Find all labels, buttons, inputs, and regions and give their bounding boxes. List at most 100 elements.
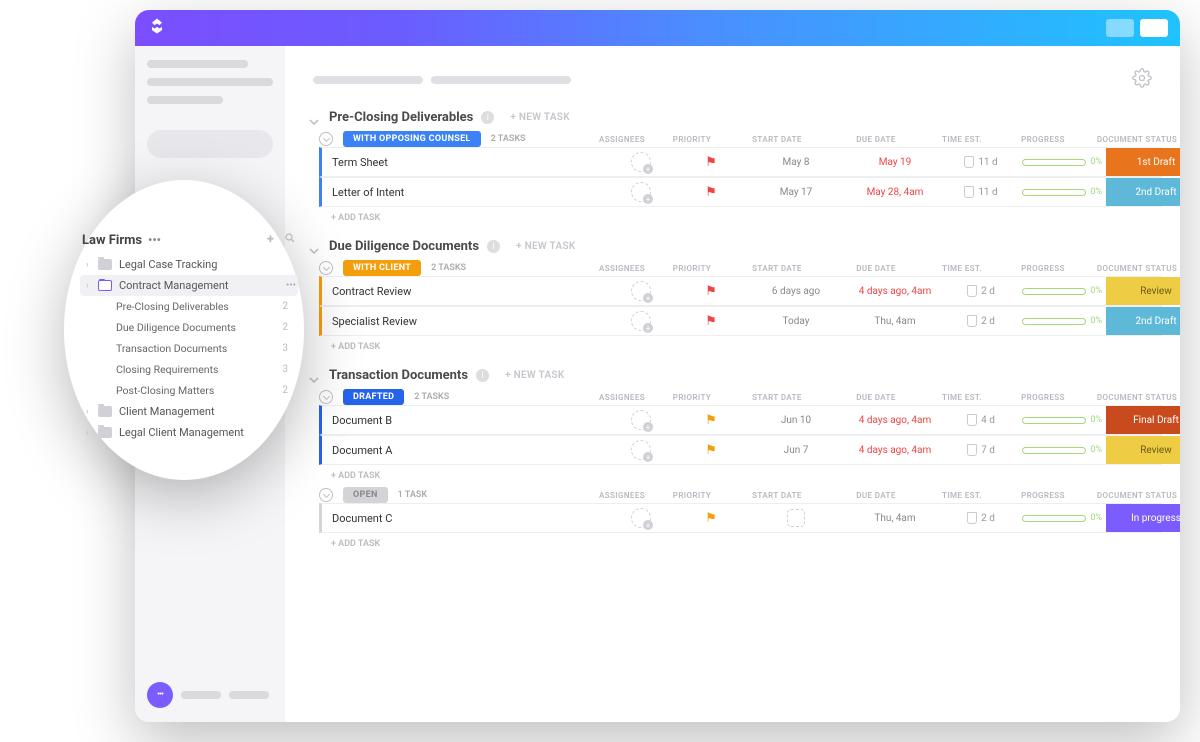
- task-row[interactable]: Specialist Review ⚑ Today Thu, 4am 2 d 0…: [319, 306, 1162, 336]
- add-task-link[interactable]: + ADD TASK: [303, 533, 1162, 555]
- group-toggle-icon[interactable]: [319, 390, 333, 404]
- priority-flag-icon[interactable]: ⚑: [680, 413, 742, 428]
- document-status[interactable]: 2nd Draft: [1106, 307, 1180, 335]
- time-estimate[interactable]: 2 d: [944, 285, 1018, 297]
- task-row[interactable]: Document B ⚑ Jun 10 4 days ago, 4am 4 d …: [319, 405, 1162, 435]
- sidebar-subitem[interactable]: Closing Requirements3: [112, 359, 298, 380]
- task-name[interactable]: Contract Review: [322, 285, 602, 298]
- group-toggle-icon[interactable]: [319, 488, 333, 502]
- document-status[interactable]: Review: [1106, 436, 1180, 464]
- more-icon[interactable]: •••: [286, 280, 296, 291]
- window-maximize-button[interactable]: [1140, 19, 1168, 37]
- task-row[interactable]: Term Sheet ⚑ May 8 May 19 11 d 0% 1st Dr…: [319, 147, 1162, 177]
- sidebar-item[interactable]: ›Legal Client Management: [80, 422, 298, 443]
- collapse-caret-icon[interactable]: [309, 241, 321, 253]
- collapse-caret-icon[interactable]: [309, 370, 321, 382]
- group-toggle-icon[interactable]: [319, 261, 333, 275]
- sidebar-subitem[interactable]: Due Diligence Documents2: [112, 317, 298, 338]
- task-name[interactable]: Term Sheet: [322, 156, 602, 169]
- due-date[interactable]: Thu, 4am: [850, 316, 940, 327]
- new-task-link[interactable]: + NEW TASK: [510, 112, 570, 123]
- assignee-add-icon[interactable]: [631, 410, 651, 430]
- status-pill[interactable]: WITH OPPOSING COUNSEL: [343, 131, 481, 147]
- progress-cell[interactable]: 0%: [1022, 157, 1102, 167]
- sidebar-search-placeholder[interactable]: [147, 130, 273, 158]
- priority-flag-icon[interactable]: ⚑: [680, 284, 742, 299]
- start-date[interactable]: Jun 7: [746, 445, 846, 456]
- priority-flag-icon[interactable]: ⚑: [680, 511, 742, 526]
- info-icon[interactable]: i: [476, 369, 489, 382]
- start-date[interactable]: Today: [746, 316, 846, 327]
- due-date[interactable]: 4 days ago, 4am: [850, 286, 940, 297]
- due-date[interactable]: Thu, 4am: [850, 513, 940, 524]
- sidebar-item[interactable]: ›Contract Management•••: [80, 275, 298, 296]
- task-name[interactable]: Specialist Review: [322, 315, 602, 328]
- time-estimate[interactable]: 11 d: [944, 186, 1018, 198]
- time-estimate[interactable]: 2 d: [944, 315, 1018, 327]
- workspace-more-icon[interactable]: •••: [148, 233, 161, 247]
- time-estimate[interactable]: 4 d: [944, 414, 1018, 426]
- window-minimize-button[interactable]: [1106, 19, 1134, 37]
- document-status[interactable]: 1st Draft: [1106, 148, 1180, 176]
- assignee-add-icon[interactable]: [631, 182, 651, 202]
- priority-flag-icon[interactable]: ⚑: [680, 443, 742, 458]
- group-toggle-icon[interactable]: [319, 132, 333, 146]
- new-task-link[interactable]: + NEW TASK: [516, 241, 576, 252]
- priority-flag-icon[interactable]: ⚑: [680, 185, 742, 200]
- sidebar-subitem[interactable]: Transaction Documents3: [112, 338, 298, 359]
- task-row[interactable]: Document A ⚑ Jun 7 4 days ago, 4am 7 d 0…: [319, 435, 1162, 465]
- task-row[interactable]: Letter of Intent ⚑ May 17 May 28, 4am 11…: [319, 177, 1162, 207]
- date-picker-icon[interactable]: [787, 509, 805, 527]
- info-icon[interactable]: i: [481, 111, 494, 124]
- info-icon[interactable]: i: [487, 240, 500, 253]
- due-date[interactable]: 4 days ago, 4am: [850, 415, 940, 426]
- add-task-link[interactable]: + ADD TASK: [303, 207, 1162, 229]
- status-pill[interactable]: WITH CLIENT: [343, 260, 421, 276]
- assignee-add-icon[interactable]: [631, 152, 651, 172]
- new-task-link[interactable]: + NEW TASK: [505, 370, 565, 381]
- task-row[interactable]: Document C ⚑ Thu, 4am 2 d 0% In progress: [319, 503, 1162, 533]
- task-name[interactable]: Document C: [322, 512, 602, 525]
- progress-cell[interactable]: 0%: [1022, 286, 1102, 296]
- task-name[interactable]: Document A: [322, 444, 602, 457]
- progress-cell[interactable]: 0%: [1022, 187, 1102, 197]
- progress-cell[interactable]: 0%: [1022, 513, 1102, 523]
- progress-cell[interactable]: 0%: [1022, 415, 1102, 425]
- due-date[interactable]: May 19: [850, 157, 940, 168]
- settings-gear-icon[interactable]: [1132, 68, 1152, 92]
- status-pill[interactable]: DRAFTED: [343, 389, 404, 405]
- start-date[interactable]: May 17: [746, 187, 846, 198]
- search-space-icon[interactable]: [284, 232, 296, 248]
- task-name[interactable]: Letter of Intent: [322, 186, 602, 199]
- add-task-link[interactable]: + ADD TASK: [303, 336, 1162, 358]
- add-task-link[interactable]: + ADD TASK: [303, 465, 1162, 487]
- document-status[interactable]: 2nd Draft: [1106, 178, 1180, 206]
- assignee-add-icon[interactable]: [631, 508, 651, 528]
- assignee-add-icon[interactable]: [631, 440, 651, 460]
- status-pill[interactable]: OPEN: [343, 487, 388, 503]
- sidebar-item[interactable]: ›Legal Case Tracking: [80, 254, 298, 275]
- chat-icon[interactable]: [147, 682, 173, 708]
- start-date[interactable]: Jun 10: [746, 415, 846, 426]
- document-status[interactable]: In progress: [1106, 504, 1180, 532]
- time-estimate[interactable]: 2 d: [944, 512, 1018, 524]
- priority-flag-icon[interactable]: ⚑: [680, 155, 742, 170]
- assignee-add-icon[interactable]: [631, 311, 651, 331]
- due-date[interactable]: May 28, 4am: [850, 187, 940, 198]
- collapse-caret-icon[interactable]: [309, 112, 321, 124]
- progress-cell[interactable]: 0%: [1022, 445, 1102, 455]
- assignee-add-icon[interactable]: [631, 281, 651, 301]
- due-date[interactable]: 4 days ago, 4am: [850, 445, 940, 456]
- time-estimate[interactable]: 7 d: [944, 444, 1018, 456]
- document-status[interactable]: Final Draft: [1106, 406, 1180, 434]
- progress-cell[interactable]: 0%: [1022, 316, 1102, 326]
- task-row[interactable]: Contract Review ⚑ 6 days ago 4 days ago,…: [319, 276, 1162, 306]
- sidebar-subitem[interactable]: Pre-Closing Deliverables2: [112, 296, 298, 317]
- task-name[interactable]: Document B: [322, 414, 602, 427]
- sidebar-subitem[interactable]: Post-Closing Matters2: [112, 380, 298, 401]
- document-status[interactable]: Review: [1106, 277, 1180, 305]
- sidebar-item[interactable]: ›Client Management: [80, 401, 298, 422]
- start-date[interactable]: 6 days ago: [746, 286, 846, 297]
- add-space-icon[interactable]: +: [267, 232, 274, 248]
- start-date[interactable]: May 8: [746, 157, 846, 168]
